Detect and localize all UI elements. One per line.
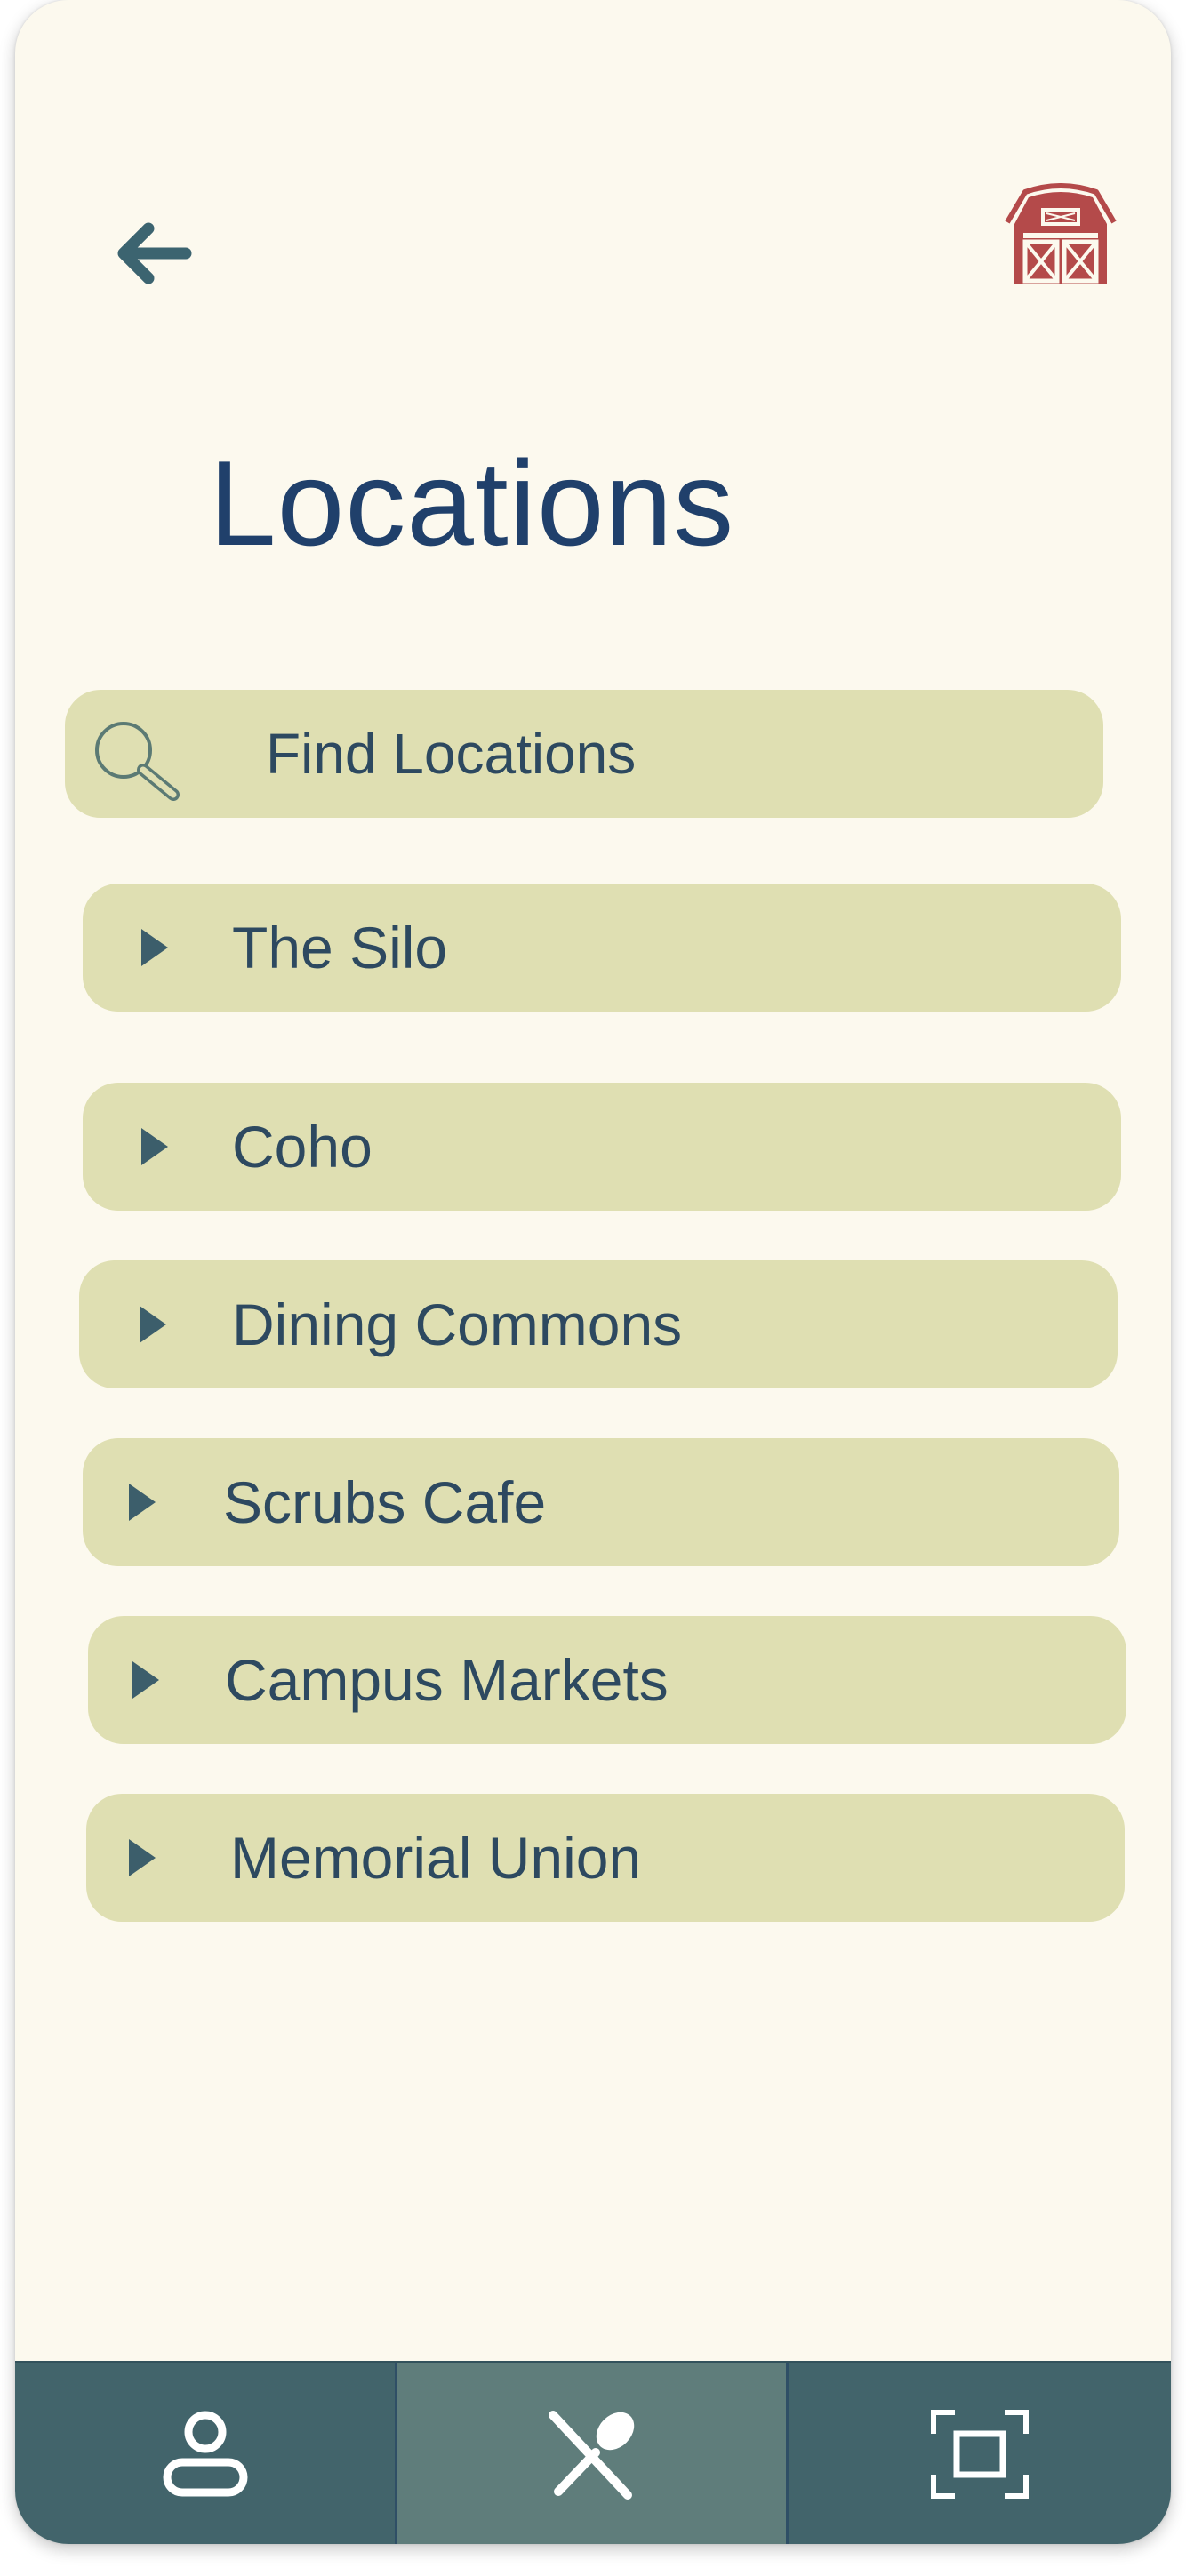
- location-item-dining-commons[interactable]: Dining Commons: [79, 1260, 1118, 1388]
- caret-right-icon: [129, 1839, 156, 1876]
- location-label: Scrubs Cafe: [223, 1469, 547, 1535]
- caret-right-icon: [132, 1661, 159, 1699]
- location-label: The Silo: [232, 915, 448, 980]
- location-label: Coho: [232, 1114, 373, 1180]
- caret-right-icon: [140, 1306, 166, 1343]
- location-item-scrubs-cafe[interactable]: Scrubs Cafe: [83, 1438, 1119, 1566]
- location-item-coho[interactable]: Coho: [83, 1083, 1121, 1211]
- caret-right-icon: [141, 1128, 168, 1165]
- location-item-campus-markets[interactable]: Campus Markets: [88, 1616, 1126, 1744]
- back-button[interactable]: [104, 204, 202, 302]
- search-icon: [95, 722, 180, 801]
- page-title: Locations: [209, 436, 735, 571]
- location-label: Dining Commons: [232, 1292, 683, 1357]
- location-item-memorial-union[interactable]: Memorial Union: [86, 1794, 1125, 1922]
- scan-icon: [931, 2410, 1029, 2499]
- location-item-the-silo[interactable]: The Silo: [83, 884, 1121, 1012]
- search-placeholder: Find Locations: [266, 722, 637, 786]
- nav-tab-dining[interactable]: [397, 2363, 786, 2544]
- person-icon: [163, 2411, 247, 2497]
- caret-right-icon: [141, 929, 168, 966]
- arrow-left-icon: [117, 222, 192, 284]
- nav-tab-scan[interactable]: [789, 2363, 1171, 2544]
- location-label: Campus Markets: [225, 1647, 669, 1713]
- location-label: Memorial Union: [230, 1825, 642, 1891]
- phone-screen: Locations Find Locations The Silo Coho D…: [15, 0, 1171, 2544]
- nav-tab-profile[interactable]: [15, 2363, 395, 2544]
- barn-icon: [1005, 183, 1117, 284]
- search-input[interactable]: Find Locations: [65, 690, 1103, 818]
- fork-spoon-icon: [548, 2411, 634, 2500]
- caret-right-icon: [129, 1484, 156, 1521]
- bottom-nav: [15, 2361, 1171, 2544]
